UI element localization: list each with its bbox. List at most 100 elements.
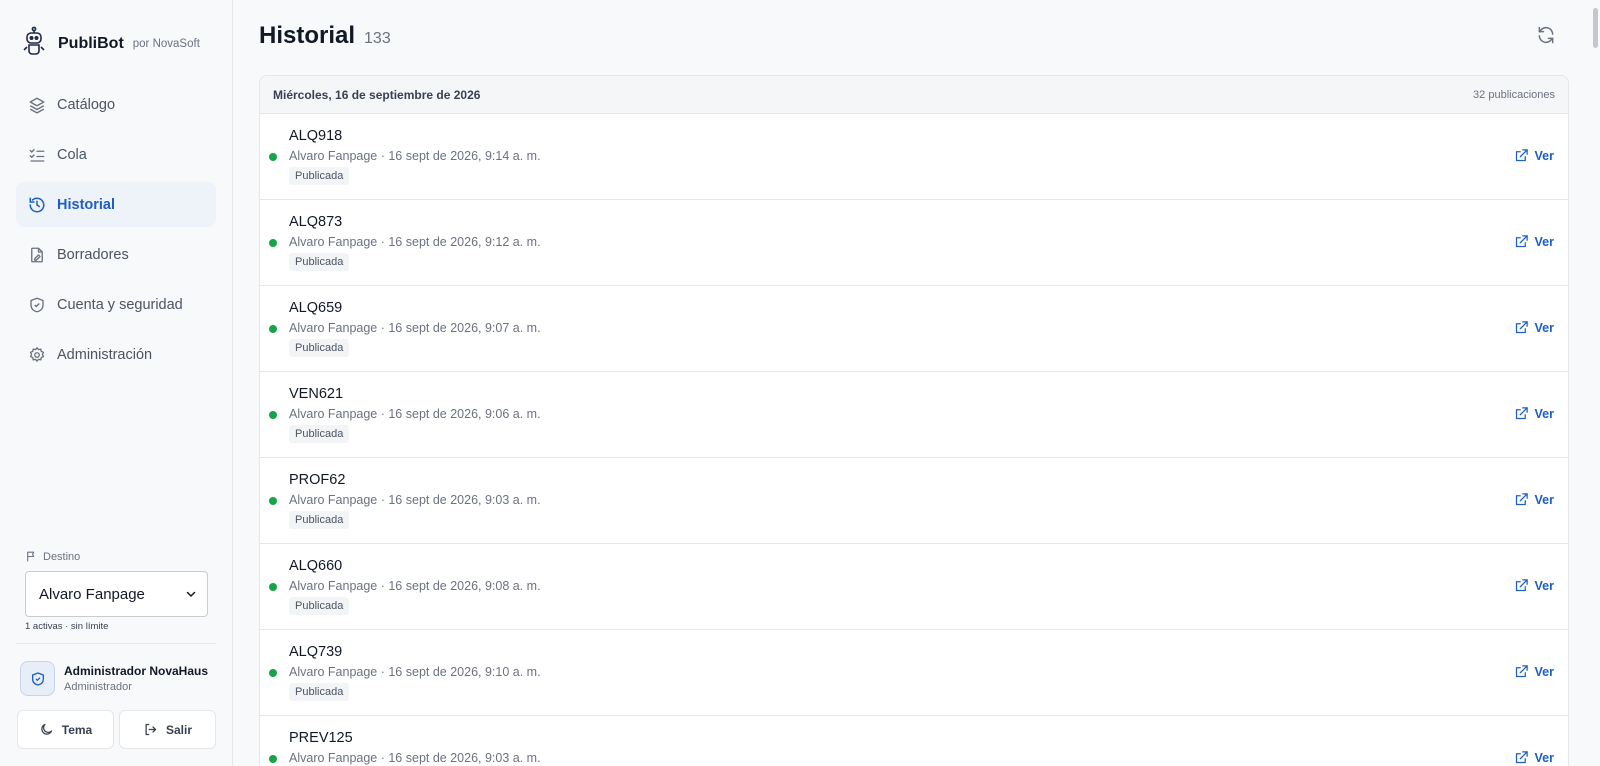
destination-info: 1 activas · sin límite [25, 621, 109, 632]
external-link-icon [1515, 149, 1528, 162]
view-link-label: Ver [1534, 578, 1554, 593]
external-link-icon [1515, 321, 1528, 334]
history-list: ALQ918 Alvaro Fanpage · 16 sept de 2026, … [260, 114, 1568, 766]
status-dot [269, 153, 277, 161]
view-link[interactable]: Ver [1514, 578, 1554, 593]
status-dot [269, 325, 277, 333]
table-row[interactable]: PREV125 Alvaro Fanpage · 16 sept de 2026,… [260, 716, 1568, 766]
history-group-card: Miércoles, 16 de septiembre de 2026 32 p… [259, 75, 1569, 766]
external-link-icon [1515, 751, 1528, 764]
status-badge: Publicada [289, 511, 350, 529]
gear-icon [28, 346, 46, 364]
view-link[interactable]: Ver [1514, 492, 1554, 507]
post-code: ALQ918 [289, 128, 343, 144]
status-dot [269, 497, 277, 505]
scrollbar-thumb[interactable] [1593, 8, 1598, 48]
view-link-label: Ver [1534, 664, 1554, 679]
external-link-icon [1515, 579, 1528, 592]
sidebar: PubliBot por NovaSoft Catálogo Cola Hist… [0, 0, 233, 766]
table-row[interactable]: ALQ739 Alvaro Fanpage · 16 sept de 2026, … [260, 630, 1568, 716]
post-meta: Alvaro Fanpage · 16 sept de 2026, 9:10 a… [289, 665, 541, 679]
brand-subtitle: por NovaSoft [132, 38, 200, 50]
nav-item-label: Borradores [57, 246, 129, 263]
shield-check-icon [31, 671, 44, 686]
nav-item-catalogo[interactable]: Catálogo [16, 82, 216, 127]
post-code: PREV125 [289, 730, 353, 746]
status-badge: Publicada [289, 167, 350, 185]
post-meta: Alvaro Fanpage · 16 sept de 2026, 9:06 a… [289, 407, 541, 421]
view-link[interactable]: Ver [1514, 320, 1554, 335]
post-meta: Alvaro Fanpage · 16 sept de 2026, 9:07 a… [289, 321, 541, 335]
divider [16, 643, 216, 644]
user-role: Administrador [64, 681, 132, 693]
view-link-label: Ver [1534, 406, 1554, 421]
post-meta: Alvaro Fanpage · 16 sept de 2026, 9:03 a… [289, 493, 541, 507]
list-checks-icon [28, 146, 46, 164]
flag-icon [27, 551, 35, 562]
post-code: VEN621 [289, 386, 344, 402]
history-icon [28, 196, 46, 214]
post-code: ALQ739 [289, 644, 343, 660]
view-link-label: Ver [1534, 148, 1554, 163]
post-code: ALQ659 [289, 300, 343, 316]
table-row[interactable]: PROF62 Alvaro Fanpage · 16 sept de 2026, … [260, 458, 1568, 544]
status-dot [269, 411, 277, 419]
avatar [20, 661, 55, 696]
user-profile: Administrador NovaHaus Administrador [20, 661, 208, 696]
status-dot [269, 239, 277, 247]
nav-item-cola[interactable]: Cola [16, 132, 216, 177]
external-link-icon [1515, 407, 1528, 420]
nav-item-administracion[interactable]: Administración [16, 332, 216, 377]
nav-item-historial[interactable]: Historial [16, 182, 216, 227]
view-link-label: Ver [1534, 234, 1554, 249]
file-draft-icon [28, 246, 46, 264]
user-name: Administrador NovaHaus [64, 664, 209, 678]
theme-button[interactable]: Tema [17, 710, 114, 749]
view-link-label: Ver [1534, 492, 1554, 507]
status-badge: Publicada [289, 339, 350, 357]
robot-logo-icon [22, 26, 46, 61]
moon-icon [41, 723, 52, 735]
table-row[interactable]: ALQ660 Alvaro Fanpage · 16 sept de 2026, … [260, 544, 1568, 630]
destination-label: Destino [25, 550, 80, 563]
post-meta: Alvaro Fanpage · 16 sept de 2026, 9:14 a… [289, 149, 541, 163]
view-link-label: Ver [1534, 750, 1554, 765]
group-count: 32 publicaciones [1473, 88, 1555, 101]
layers-icon [28, 96, 46, 114]
theme-button-label: Tema [61, 722, 93, 737]
view-link[interactable]: Ver [1514, 234, 1554, 249]
page-title: Historial 133 [259, 22, 391, 50]
post-code: ALQ873 [289, 214, 343, 230]
nav-item-borradores[interactable]: Borradores [16, 232, 216, 277]
logout-button[interactable]: Salir [119, 710, 216, 749]
status-badge: Publicada [289, 425, 350, 443]
table-row[interactable]: ALQ659 Alvaro Fanpage · 16 sept de 2026, … [260, 286, 1568, 372]
table-row[interactable]: ALQ873 Alvaro Fanpage · 16 sept de 2026, … [260, 200, 1568, 286]
nav-item-label: Cuenta y seguridad [57, 296, 183, 313]
post-code: ALQ660 [289, 558, 343, 574]
nav-item-label: Historial [57, 196, 116, 213]
brand[interactable]: PubliBot por NovaSoft [22, 26, 200, 61]
external-link-icon [1515, 493, 1528, 506]
status-dot [269, 583, 277, 591]
view-link[interactable]: Ver [1514, 664, 1554, 679]
shield-check-icon [28, 296, 46, 314]
post-meta: Alvaro Fanpage · 16 sept de 2026, 9:12 a… [289, 235, 541, 249]
table-row[interactable]: VEN621 Alvaro Fanpage · 16 sept de 2026, … [260, 372, 1568, 458]
page-title-text: Historial [259, 22, 356, 49]
view-link[interactable]: Ver [1514, 406, 1554, 421]
destination-select[interactable]: Alvaro Fanpage [25, 571, 208, 617]
logout-icon [145, 723, 157, 736]
table-row[interactable]: ALQ918 Alvaro Fanpage · 16 sept de 2026, … [260, 114, 1568, 200]
post-meta: Alvaro Fanpage · 16 sept de 2026, 9:08 a… [289, 579, 541, 593]
nav-item-cuenta[interactable]: Cuenta y seguridad [16, 282, 216, 327]
refresh-button[interactable] [1536, 25, 1558, 47]
view-link[interactable]: Ver [1514, 148, 1554, 163]
external-link-icon [1515, 665, 1528, 678]
group-date: Miércoles, 16 de septiembre de 2026 [273, 87, 481, 102]
brand-name: PubliBot [58, 34, 124, 52]
view-link-label: Ver [1534, 320, 1554, 335]
nav-item-label: Catálogo [57, 96, 116, 113]
main-nav: Catálogo Cola Historial Borradores Cuent… [16, 82, 216, 382]
view-link[interactable]: Ver [1514, 750, 1554, 765]
